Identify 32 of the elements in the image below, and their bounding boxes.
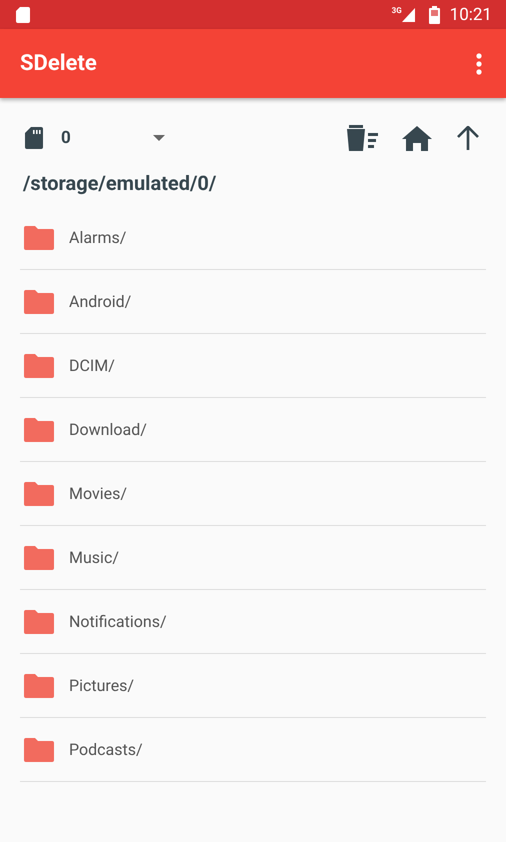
- folder-icon: [24, 226, 54, 250]
- folder-item[interactable]: Android/: [20, 270, 486, 334]
- dropdown-arrow-icon: [153, 135, 165, 141]
- arrow-up-icon[interactable]: [456, 126, 480, 150]
- clock: 10:21: [450, 4, 492, 24]
- storage-dropdown[interactable]: 0: [61, 128, 165, 148]
- folder-item[interactable]: Pictures/: [20, 654, 486, 718]
- delete-icon[interactable]: [347, 125, 378, 151]
- network-type: 3G: [392, 6, 402, 15]
- signal-icon: [402, 8, 415, 22]
- folder-icon: [24, 354, 54, 378]
- folder-icon: [24, 674, 54, 698]
- folder-icon: [24, 290, 54, 314]
- folder-icon: [24, 738, 54, 762]
- folder-item[interactable]: Podcasts/: [20, 718, 486, 782]
- folder-item[interactable]: Movies/: [20, 462, 486, 526]
- folder-icon: [24, 482, 54, 506]
- folder-item[interactable]: DCIM/: [20, 334, 486, 398]
- battery-icon: [428, 6, 440, 24]
- folder-icon: [24, 610, 54, 634]
- folder-icon: [24, 418, 54, 442]
- folder-icon: [24, 546, 54, 570]
- menu-icon[interactable]: [476, 52, 482, 74]
- folder-item[interactable]: Alarms/: [20, 206, 486, 270]
- folder-item[interactable]: Download/: [20, 398, 486, 462]
- folder-item[interactable]: Music/: [20, 526, 486, 590]
- app-title: SDelete: [20, 51, 97, 76]
- sd-card-icon: [25, 127, 43, 149]
- home-icon[interactable]: [402, 126, 432, 150]
- folder-item[interactable]: Notifications/: [20, 590, 486, 654]
- current-path: /storage/emulated/0/: [22, 170, 218, 197]
- sd-card-icon: [16, 6, 30, 22]
